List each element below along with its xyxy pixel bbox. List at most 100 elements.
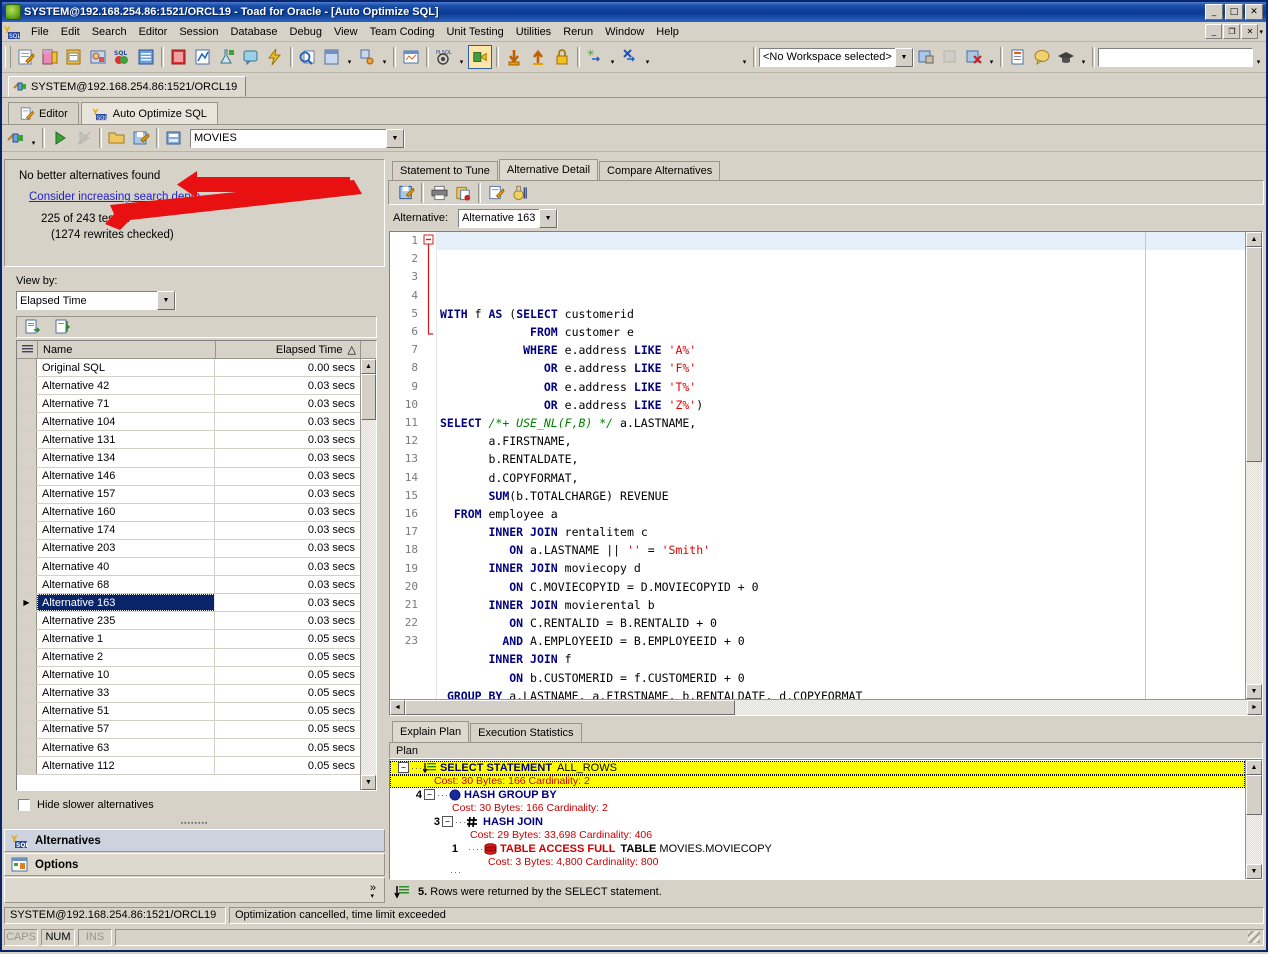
send-to-new-editor-icon[interactable] — [52, 316, 74, 338]
cancel-compile-dropdown-arrow[interactable]: ▾ — [642, 44, 653, 71]
table-row[interactable]: Alternative 112 0.05 secs — [17, 757, 360, 776]
table-row[interactable]: Alternative 33 0.05 secs — [17, 684, 360, 703]
table-row[interactable]: Alternative 235 0.03 secs — [17, 612, 360, 631]
editor-scroll-left-button[interactable]: ◄ — [390, 700, 405, 715]
tutorial-hat-icon[interactable] — [1055, 46, 1077, 68]
knowledge-xpert-icon[interactable] — [1007, 46, 1029, 68]
edit-in-editor-icon[interactable] — [485, 182, 507, 204]
plan-vertical-scrollbar[interactable]: ▲ ▼ — [1245, 760, 1262, 879]
plan-expander-icon[interactable]: − — [398, 762, 409, 774]
stop-optimizer-button[interactable] — [73, 127, 95, 149]
alternative-chevron-down-icon[interactable]: ▼ — [539, 208, 558, 228]
menu-session[interactable]: Session — [173, 24, 224, 40]
connection-picker-icon[interactable] — [5, 127, 27, 149]
save-workspace-icon[interactable] — [915, 46, 937, 68]
plan-scroll-up-button[interactable]: ▲ — [1246, 760, 1262, 775]
editor-scroll-right-button[interactable]: ► — [1247, 700, 1262, 715]
tab-editor[interactable]: Editor — [8, 102, 79, 124]
plsql-debug-dropdown-arrow[interactable]: ▾ — [456, 44, 467, 71]
editor-scroll-track[interactable] — [1246, 462, 1262, 684]
grid-scroll-down-button[interactable]: ▼ — [361, 775, 376, 790]
list-view-icon[interactable] — [135, 46, 157, 68]
plan-row-select-statement[interactable]: − ··· SELECT STATEMENT ALL_ROWS — [390, 761, 1245, 775]
increase-search-depth-link[interactable]: Consider increasing search depth — [29, 191, 200, 203]
optimizer-settings-icon[interactable] — [509, 182, 531, 204]
open-file-icon[interactable] — [106, 127, 128, 149]
copy-to-clipboard-icon[interactable] — [452, 182, 474, 204]
menu-help[interactable]: Help — [650, 24, 685, 40]
plan-scroll-thumb[interactable] — [1246, 775, 1262, 815]
reload-workspace-icon[interactable] — [939, 46, 961, 68]
save-file-icon[interactable] — [130, 127, 152, 149]
workspace-select[interactable]: <No Workspace selected> ▼ — [759, 47, 914, 67]
close-button[interactable]: ✕ — [1245, 4, 1263, 20]
toolbar-grip[interactable] — [5, 46, 11, 68]
describe-icon[interactable] — [321, 46, 343, 68]
sql-modeler-icon[interactable] — [63, 46, 85, 68]
plan-row-table-access-full[interactable]: 1 ···· TABLE ACCESS FULL TABLE MOVIES.MO… — [390, 842, 1245, 856]
table-row[interactable]: Alternative 2 0.05 secs — [17, 648, 360, 667]
tab-compare-alternatives[interactable]: Compare Alternatives — [599, 161, 721, 180]
new-test-icon[interactable] — [216, 46, 238, 68]
menu-team-coding[interactable]: Team Coding — [364, 24, 441, 40]
table-row[interactable]: Alternative 57 0.05 secs — [17, 720, 360, 739]
window-list-icon[interactable] — [168, 46, 190, 68]
toolbar-overflow-arrow[interactable]: ▾ — [739, 44, 750, 71]
plan-expander-icon[interactable]: − — [442, 816, 453, 828]
editor-scroll-down-button[interactable]: ▼ — [1246, 684, 1262, 699]
view-by-select[interactable]: Elapsed Time ▼ — [16, 291, 176, 310]
menu-file[interactable]: File — [25, 24, 55, 40]
menu-window[interactable]: Window — [599, 24, 650, 40]
mdi-more-icon[interactable]: ▾ — [1259, 28, 1263, 36]
alternative-select[interactable]: Alternative 163 ▼ — [458, 208, 559, 228]
sql-editor[interactable]: 1 2 3 4 5 6 7 8 9 10 11 12 13 14 15 16 17 18 19 20 21 22 23 WI… — [389, 231, 1263, 716]
editor-scroll-thumb[interactable] — [1246, 247, 1262, 462]
table-row[interactable]: Alternative 10 0.05 secs — [17, 666, 360, 685]
sql-code[interactable]: WITH f AS (SELECT customerid FROM custom… — [437, 232, 1245, 699]
cancel-compile-icon[interactable] — [619, 46, 641, 68]
editor-hscroll-thumb[interactable] — [405, 700, 735, 715]
table-row[interactable]: Alternative 134 0.03 secs — [17, 449, 360, 468]
table-row[interactable]: Alternative 40 0.03 secs — [17, 558, 360, 577]
explain-plan-icon[interactable] — [192, 46, 214, 68]
plan-row-hash-join[interactable]: 3 − ··· HASH JOIN — [390, 815, 1245, 829]
quick-search-dropdown-arrow[interactable]: ▾ — [1253, 44, 1264, 71]
mdi-close-button[interactable]: ✕ — [1241, 24, 1259, 39]
find-icon[interactable] — [297, 46, 319, 68]
nav-overflow-area[interactable]: » ▾ — [4, 877, 385, 903]
help-overflow-arrow[interactable]: ▾ — [1078, 44, 1089, 71]
savepoint-icon[interactable] — [551, 46, 573, 68]
editor-hscroll-track[interactable] — [735, 700, 1247, 715]
dependency-dropdown-arrow[interactable]: ▾ — [379, 44, 390, 71]
minimize-button[interactable]: _ — [1205, 4, 1223, 20]
support-bubble-icon[interactable] — [1031, 46, 1053, 68]
table-row[interactable]: Alternative 42 0.03 secs — [17, 377, 360, 396]
grid-scroll-track[interactable] — [361, 420, 376, 775]
menu-rerun[interactable]: Rerun — [557, 24, 599, 40]
comment-icon[interactable] — [240, 46, 262, 68]
code-folding-column[interactable] — [423, 232, 437, 699]
sql-editor-body[interactable]: 1 2 3 4 5 6 7 8 9 10 11 12 13 14 15 16 17 18 19 20 21 22 23 WI… — [390, 232, 1262, 699]
table-row[interactable]: Alternative 160 0.03 secs — [17, 503, 360, 522]
plsql-debug-icon[interactable]: PLSQL — [433, 46, 455, 68]
tab-auto-optimize-sql[interactable]: Y SQL Auto Optimize SQL — [80, 102, 218, 124]
mdi-minimize-button[interactable]: _ — [1205, 24, 1223, 39]
table-row[interactable]: Alternative 131 0.03 secs — [17, 431, 360, 450]
run-optimizer-button[interactable] — [49, 127, 71, 149]
workspace-overflow-arrow[interactable]: ▾ — [986, 44, 997, 71]
maximize-button[interactable]: □ — [1225, 4, 1243, 20]
table-row[interactable]: Alternative 71 0.03 secs — [17, 395, 360, 414]
nav-button-alternatives[interactable]: Y SQL Alternatives — [4, 829, 385, 852]
editor-horizontal-scrollbar[interactable]: ◄ ► — [390, 699, 1262, 715]
table-row[interactable]: Alternative 1 0.05 secs — [17, 630, 360, 649]
nav-overflow-caret-icon[interactable]: ▾ — [370, 892, 374, 900]
step-into-icon[interactable] — [468, 45, 492, 69]
plan-row-hash-group-by[interactable]: 4 − ··· HASH GROUP BY — [390, 788, 1245, 802]
compile-dropdown-arrow[interactable]: ▾ — [607, 44, 618, 71]
workspace-chevron-down-icon[interactable]: ▼ — [895, 47, 913, 67]
nav-button-options[interactable]: Options — [4, 853, 385, 876]
tab-execution-statistics[interactable]: Execution Statistics — [470, 723, 582, 742]
tab-alternative-detail[interactable]: Alternative Detail — [498, 159, 599, 180]
table-row[interactable]: Alternative 63 0.05 secs — [17, 738, 360, 758]
table-row[interactable]: Original SQL 0.00 secs — [17, 359, 360, 378]
